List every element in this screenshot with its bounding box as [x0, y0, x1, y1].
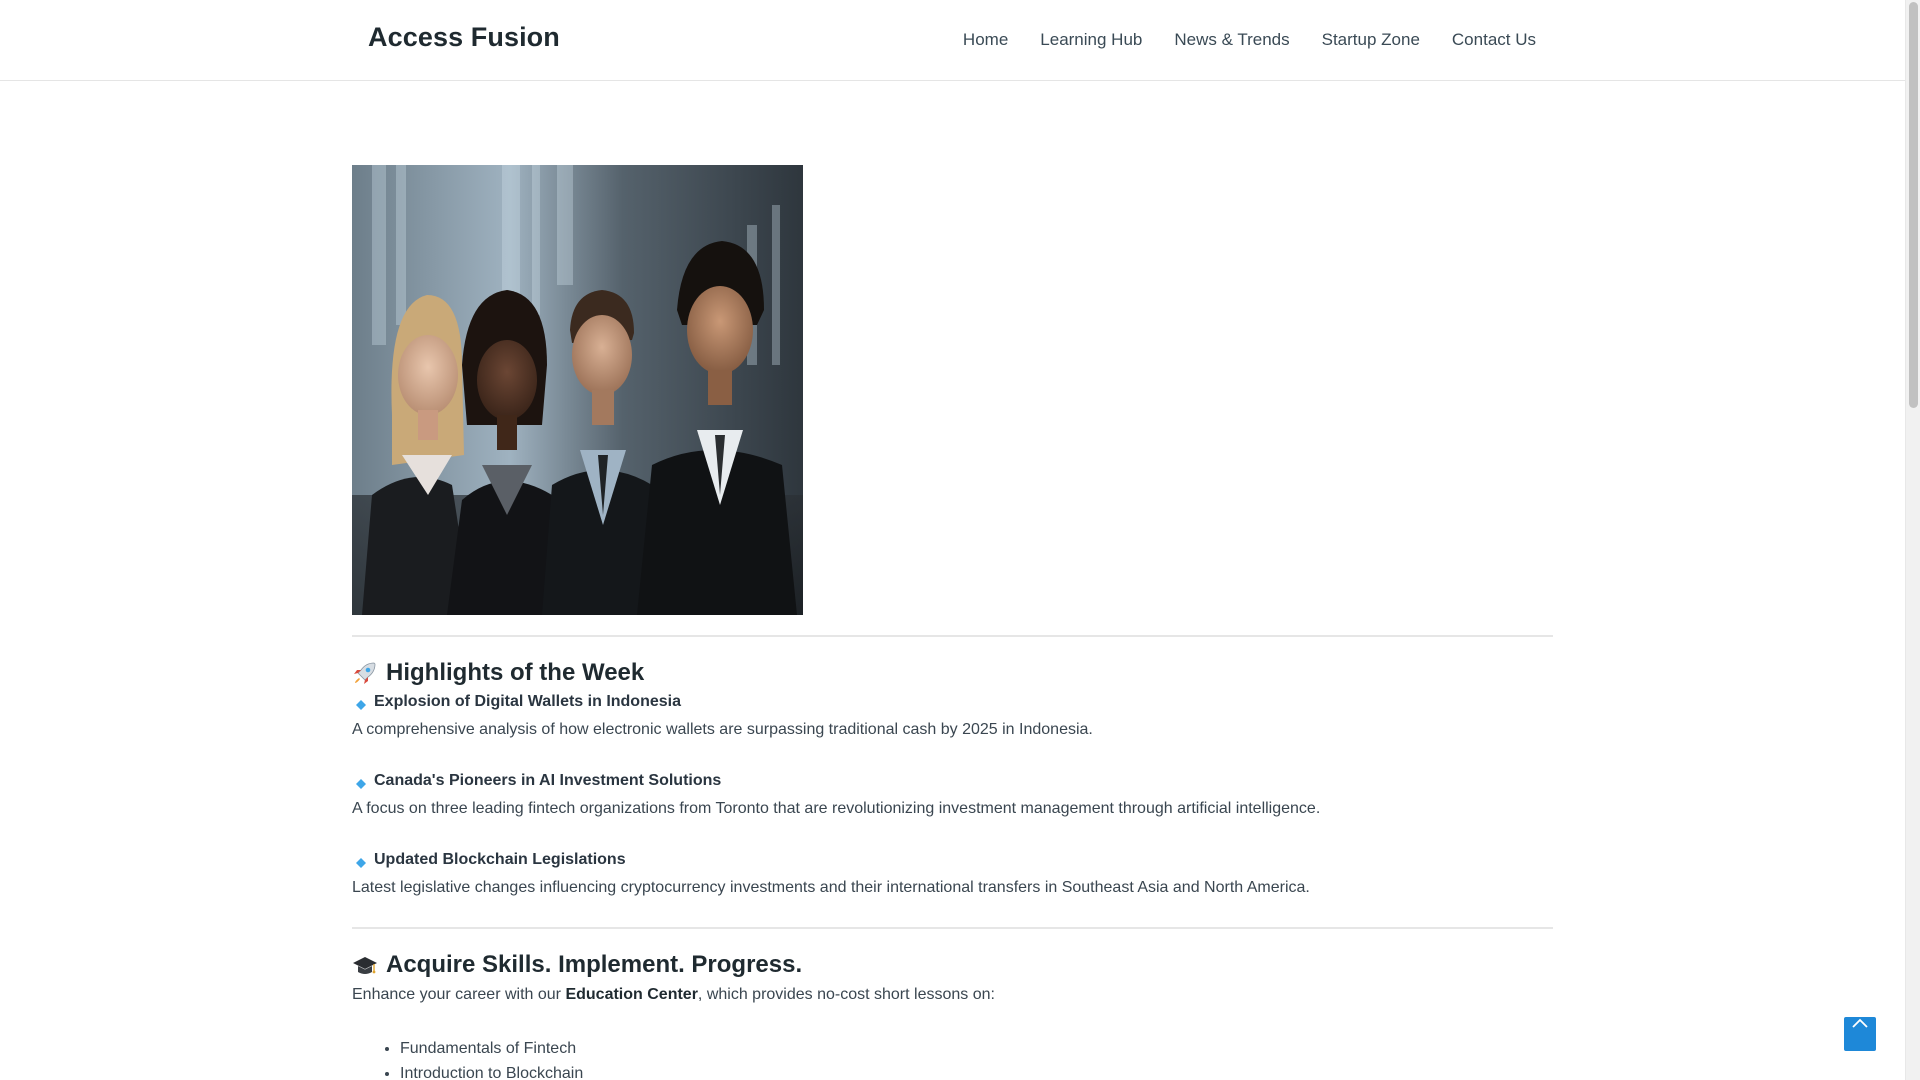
highlight-item: Canada's Pioneers in AI Investment Solut…	[352, 772, 1553, 818]
nav-startup-zone[interactable]: Startup Zone	[1322, 30, 1420, 50]
back-to-top-button[interactable]	[1844, 1017, 1876, 1051]
skills-section: Acquire Skills. Implement. Progress. Enh…	[352, 951, 1553, 1080]
highlight-item-desc: Latest legislative changes influencing c…	[352, 879, 1310, 897]
highlight-item-title[interactable]: Explosion of Digital Wallets in Indonesi…	[352, 693, 1553, 711]
highlights-heading: Highlights of the Week	[352, 659, 1553, 688]
page-viewport: Access Fusion Home Learning Hub News & T…	[0, 0, 1920, 1080]
education-center-label: Education Center	[565, 986, 698, 1004]
business-team-photo	[352, 165, 803, 615]
nav-home[interactable]: Home	[963, 30, 1008, 50]
skills-heading: Acquire Skills. Implement. Progress.	[352, 951, 1553, 980]
skills-title-text: Acquire Skills. Implement. Progress.	[386, 951, 803, 979]
hero-image	[352, 165, 803, 615]
diamond-icon	[356, 776, 366, 789]
chevron-up-icon	[1852, 1018, 1868, 1028]
graduation-cap-icon	[352, 953, 378, 979]
diamond-icon	[356, 855, 366, 869]
rocket-icon	[352, 660, 378, 686]
list-item: Fundamentals of Fintech	[400, 1036, 1553, 1061]
highlight-item-title[interactable]: Updated Blockchain Legislations	[352, 851, 1553, 869]
main-content: Highlights of the Week Explosion of Digi…	[352, 165, 1553, 1080]
diamond-icon	[356, 697, 366, 710]
nav-learning-hub[interactable]: Learning Hub	[1040, 30, 1142, 50]
list-item: Introduction to Blockchain	[400, 1061, 1553, 1080]
highlights-section: Highlights of the Week Explosion of Digi…	[352, 659, 1553, 897]
section-divider	[352, 927, 1553, 930]
highlight-item-desc: A focus on three leading fintech organiz…	[352, 799, 1321, 817]
highlight-item-desc: A comprehensive analysis of how electron…	[352, 720, 1093, 738]
section-divider	[352, 635, 1553, 637]
skill-list: Fundamentals of Fintech Introduction to …	[400, 1036, 1553, 1080]
skills-intro: Enhance your career with our Education C…	[352, 986, 995, 1004]
site-header: Access Fusion Home Learning Hub News & T…	[0, 0, 1905, 81]
page-scrollbar[interactable]	[1905, 0, 1920, 1080]
highlight-item: Explosion of Digital Wallets in Indonesi…	[352, 693, 1553, 739]
highlights-title-text: Highlights of the Week	[386, 659, 645, 686]
highlight-item: Updated Blockchain Legislations Latest l…	[352, 851, 1553, 897]
scrollbar-thumb[interactable]	[1909, 2, 1918, 408]
nav-contact-us[interactable]: Contact Us	[1452, 30, 1536, 50]
main-nav: Home Learning Hub News & Trends Startup …	[963, 30, 1536, 50]
highlight-item-title[interactable]: Canada's Pioneers in AI Investment Solut…	[352, 772, 1553, 790]
site-brand[interactable]: Access Fusion	[368, 22, 560, 53]
nav-news-trends[interactable]: News & Trends	[1174, 30, 1289, 50]
